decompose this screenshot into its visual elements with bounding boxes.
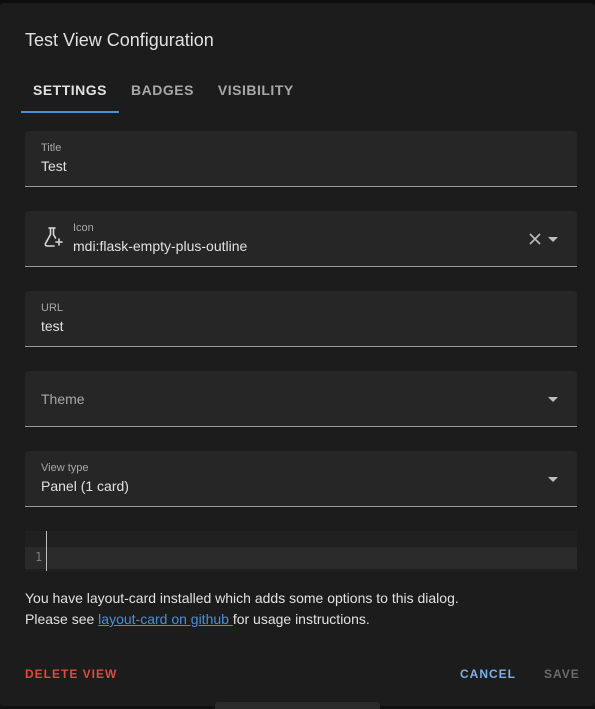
icon-field-value[interactable]: mdi:flask-empty-plus-outline <box>73 238 247 254</box>
save-button[interactable]: SAVE <box>544 667 580 681</box>
view-type-label: View type <box>41 462 89 474</box>
title-field-label: Title <box>41 142 62 154</box>
tab-settings[interactable]: SETTINGS <box>21 67 120 113</box>
bottom-edge-strip <box>215 702 380 709</box>
chevron-down-icon[interactable] <box>548 477 558 482</box>
cancel-button[interactable]: CANCEL <box>460 667 516 681</box>
flask-empty-plus-outline-icon <box>44 227 63 247</box>
icon-picker-field[interactable]: Icon mdi:flask-empty-plus-outline <box>25 211 577 267</box>
layout-card-notice: You have layout-card installed which add… <box>25 588 565 630</box>
view-type-value: Panel (1 card) <box>41 478 129 494</box>
active-line-highlight <box>25 547 577 569</box>
notice-line-1: You have layout-card installed which add… <box>25 590 459 606</box>
theme-select-label: Theme <box>41 391 85 407</box>
chevron-down-icon[interactable] <box>548 397 558 402</box>
theme-select[interactable]: Theme <box>25 371 577 427</box>
icon-field-label: Icon <box>73 222 94 234</box>
view-config-dialog: Test View Configuration SETTINGS BADGES … <box>0 3 595 706</box>
clear-icon[interactable] <box>529 233 541 245</box>
title-field-value[interactable]: Test <box>41 158 67 174</box>
view-type-select[interactable]: View type Panel (1 card) <box>25 451 577 507</box>
delete-view-button[interactable]: DELETE VIEW <box>25 667 117 681</box>
tab-visibility[interactable]: VISIBILITY <box>206 67 306 113</box>
chevron-down-icon[interactable] <box>548 237 558 242</box>
url-field-value[interactable]: test <box>41 318 64 334</box>
layout-card-github-link[interactable]: layout-card on github <box>98 611 233 627</box>
dialog-title: Test View Configuration <box>25 30 214 50</box>
tab-badges[interactable]: BADGES <box>119 67 206 113</box>
title-field[interactable]: Title Test <box>25 131 577 187</box>
url-field-label: URL <box>41 302 64 314</box>
url-field[interactable]: URL test <box>25 291 577 347</box>
yaml-code-editor[interactable]: 1 <box>25 531 577 571</box>
tab-bar: SETTINGS BADGES VISIBILITY <box>21 67 306 113</box>
text-cursor <box>46 531 47 571</box>
notice-line-2: Please see layout-card on github for usa… <box>25 611 370 627</box>
line-number: 1 <box>35 550 43 564</box>
